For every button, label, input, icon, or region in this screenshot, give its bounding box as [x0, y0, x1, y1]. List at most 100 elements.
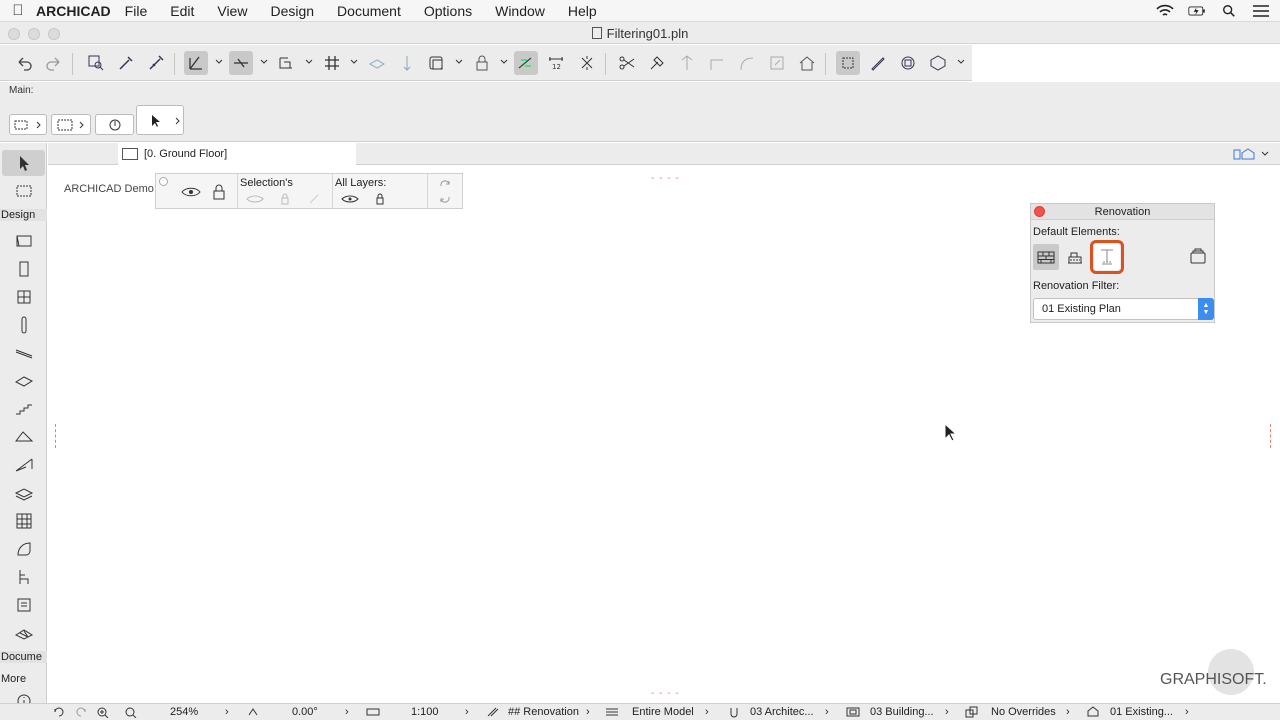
element-type-dropdown[interactable] — [9, 114, 47, 135]
renovation-filter-button[interactable] — [514, 51, 538, 75]
menu-view[interactable]: View — [217, 3, 247, 19]
renovation-filter-status[interactable]: 01 Existing... — [1110, 706, 1173, 718]
column-tool[interactable] — [2, 256, 45, 282]
chevron-down-icon[interactable] — [260, 58, 268, 66]
zoom-level[interactable]: 254% — [170, 706, 198, 718]
morph-tool[interactable] — [2, 480, 45, 506]
chevron-down-icon[interactable] — [455, 58, 463, 66]
model-view-options-value[interactable]: 03 Building... — [870, 706, 934, 718]
menu-file[interactable]: File — [125, 3, 148, 19]
fillet-button[interactable] — [704, 51, 728, 75]
wifi-icon[interactable] — [1156, 4, 1174, 18]
menu-document[interactable]: Document — [337, 3, 401, 19]
hide-layer-icon[interactable] — [180, 182, 202, 202]
chevron-right-icon[interactable]: › — [945, 706, 949, 718]
model-view-options-icon[interactable] — [846, 706, 860, 718]
renovation-filter-select[interactable]: 01 Existing Plan ▲ ▼ — [1033, 298, 1214, 320]
window-tool[interactable] — [2, 284, 45, 310]
scale-icon[interactable] — [366, 706, 380, 718]
model-display-value[interactable]: Entire Model — [632, 706, 694, 718]
menu-help[interactable]: Help — [568, 3, 597, 19]
eye-icon[interactable] — [246, 193, 264, 205]
curtain-wall-tool[interactable] — [2, 508, 45, 534]
chevron-right-icon[interactable]: › — [1185, 706, 1189, 718]
renovation-settings-button[interactable] — [1184, 244, 1212, 270]
rotate-view-button[interactable] — [95, 114, 134, 135]
toolbox-document-header[interactable]: Docume — [0, 651, 47, 663]
pen-set-value[interactable]: ## Renovation — [508, 706, 579, 718]
snap-points-button[interactable] — [274, 51, 298, 75]
chevron-right-icon[interactable]: › — [1066, 706, 1070, 718]
chevron-down-icon[interactable] — [350, 58, 358, 66]
existing-elements-button[interactable] — [1033, 244, 1059, 270]
undo-icon[interactable] — [438, 194, 452, 204]
chevron-down-icon[interactable] — [957, 58, 965, 66]
app-menu[interactable]: ARCHICAD — [36, 3, 111, 19]
eye-icon[interactable] — [341, 193, 359, 205]
object-tool[interactable] — [2, 564, 45, 590]
find-select-button[interactable] — [84, 51, 108, 75]
toolbox-more-header[interactable]: More — [0, 673, 47, 685]
palette-close-button[interactable] — [159, 177, 168, 186]
element-select-button[interactable] — [836, 51, 860, 75]
tab-ground-floor[interactable]: [0. Ground Floor] — [118, 143, 356, 165]
lock-icon[interactable] — [375, 193, 385, 205]
notification-list-icon[interactable] — [1252, 4, 1270, 18]
demolished-elements-button[interactable] — [1062, 244, 1088, 270]
arrow-tool-dropdown[interactable] — [136, 105, 184, 135]
grid-snap-button[interactable] — [320, 51, 344, 75]
rotation-angle[interactable]: 0.00° — [292, 706, 318, 718]
fit-in-window-icon[interactable] — [124, 706, 138, 718]
scale-value[interactable]: 1:100 — [411, 706, 439, 718]
redo-icon[interactable] — [438, 179, 452, 189]
redo-button[interactable] — [42, 51, 66, 75]
search-icon[interactable] — [1220, 4, 1238, 18]
chevron-down-icon[interactable] — [215, 58, 223, 66]
marquee-tool[interactable] — [2, 178, 45, 204]
cross-button[interactable] — [575, 51, 599, 75]
roof-button[interactable] — [795, 51, 819, 75]
lamp-tool[interactable] — [2, 592, 45, 618]
rotation-icon[interactable] — [246, 706, 260, 718]
menu-design[interactable]: Design — [270, 3, 314, 19]
split-button[interactable] — [615, 51, 639, 75]
curve-button[interactable] — [734, 51, 758, 75]
zoom-in-icon[interactable] — [96, 706, 110, 718]
guide-lines-button[interactable] — [184, 51, 208, 75]
zone-tool[interactable] — [2, 536, 45, 562]
intersect-button[interactable] — [675, 51, 699, 75]
gravity-button[interactable] — [395, 51, 419, 75]
snap-guides-button[interactable] — [229, 51, 253, 75]
menu-window[interactable]: Window — [495, 3, 545, 19]
layer-combination-value[interactable]: 03 Architec... — [750, 706, 814, 718]
lock-icon[interactable] — [280, 193, 290, 205]
close-icon[interactable] — [1034, 206, 1045, 217]
dropdown-stepper-icon[interactable]: ▲ ▼ — [1198, 298, 1214, 320]
wall-tool[interactable] — [2, 228, 45, 254]
undo-button[interactable] — [12, 51, 36, 75]
menu-options[interactable]: Options — [424, 3, 472, 19]
chevron-right-icon[interactable]: › — [586, 706, 590, 718]
chevron-right-icon[interactable]: › — [825, 706, 829, 718]
lock-layer-icon[interactable] — [210, 182, 232, 202]
graphic-overrides-value[interactable]: No Overrides — [991, 706, 1056, 718]
chevron-down-icon[interactable] — [500, 58, 508, 66]
toolbox-design-header[interactable]: Design — [0, 209, 47, 221]
pen-set-icon[interactable] — [486, 706, 500, 718]
chevron-right-icon[interactable]: › — [345, 706, 349, 718]
arrow-tool[interactable] — [2, 150, 45, 176]
apple-menu-icon[interactable]:  — [0, 2, 36, 19]
model-view-icon[interactable] — [605, 706, 619, 718]
column-object-tool[interactable] — [2, 312, 45, 338]
dimension-button[interactable]: 12 — [544, 51, 568, 75]
roof-tool[interactable] — [2, 424, 45, 450]
adjust-button[interactable] — [645, 51, 669, 75]
renovation-filter-icon[interactable] — [1086, 706, 1100, 718]
resize-button[interactable] — [765, 51, 789, 75]
inject-parameters-button[interactable] — [144, 51, 168, 75]
chevron-right-icon[interactable]: › — [705, 706, 709, 718]
wireframe-icon[interactable] — [308, 193, 320, 205]
menu-edit[interactable]: Edit — [170, 3, 194, 19]
chevron-down-icon[interactable] — [305, 58, 313, 66]
mesh-tool[interactable] — [2, 620, 45, 646]
